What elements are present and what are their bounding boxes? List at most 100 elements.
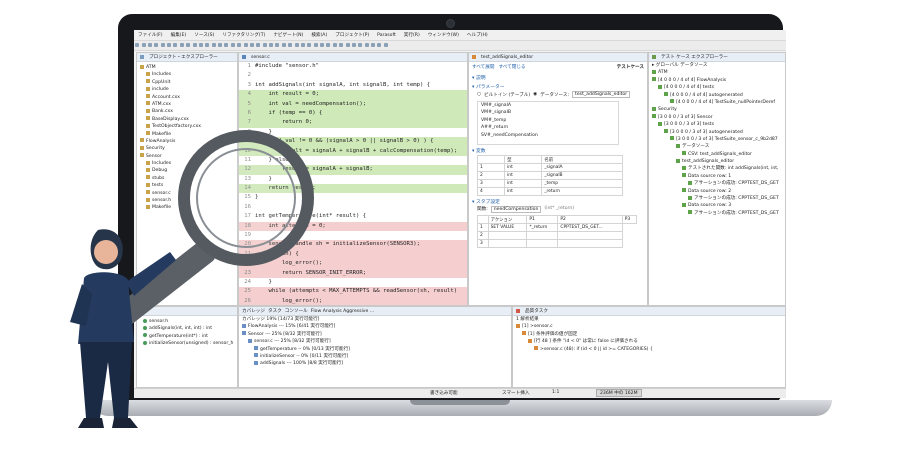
test-tree-item[interactable]: Data source row: 1 [649,173,785,180]
toolbar-button[interactable] [186,43,191,47]
radio-datasource[interactable]: ◉ [533,92,537,97]
coverage-tree-item[interactable]: addSignals --- 100% [8/8 実行可能行] [239,360,511,367]
section-stub[interactable]: ▾ スタブ設定 [472,198,647,205]
toolbar-button[interactable] [332,43,337,47]
toolbar-button[interactable] [326,43,331,47]
menu-item-5[interactable]: 検索(A) [307,32,331,38]
toolbar-button[interactable] [383,43,388,47]
test-tree-item[interactable]: [4 0 0 0 / 4 of 4] FlowAnalysis [649,77,785,84]
toolbar-button[interactable] [275,43,280,47]
toolbar-button[interactable] [339,43,344,47]
toolbar-button[interactable] [256,43,261,47]
toolbar-button[interactable] [211,43,216,47]
toolbar-button[interactable] [300,43,305,47]
toolbar-button[interactable] [377,43,382,47]
toolbar-button[interactable] [364,43,369,47]
datasource-select[interactable]: test_addSignals_editor [572,91,631,98]
project-tree-item[interactable]: TestObjectfactory.cxx [137,123,237,130]
toolbar-button[interactable] [141,43,146,47]
toolbar-button[interactable] [198,43,203,47]
menu-item-6[interactable]: プロジェクト(P) [331,32,373,38]
project-tree-item[interactable]: CppUnit [137,79,237,86]
toolbar-button[interactable] [358,43,363,47]
project-tree-item[interactable]: BaseDisplay.cxx [137,116,237,123]
test-tree-item[interactable]: ATM [649,69,785,76]
toolbar-button[interactable] [345,43,350,47]
test-tree-item[interactable]: test_addSignals_editor [649,158,785,165]
quality-tree-item[interactable]: [行 48 ] 条件 "id < 0" は常に false に評価される [513,338,785,345]
editor-tab-sensor-c[interactable]: sensor.c [251,55,270,60]
menu-item-10[interactable]: ヘルプ(H) [463,32,492,38]
global-datasource-node[interactable]: ▸ グローバル データソース [649,62,785,69]
test-tree-item[interactable]: [3 0 0 0 / 3 of 3] Sensor [649,114,785,121]
test-tree-item[interactable]: Security [649,106,785,113]
table-row[interactable]: 1 SET VALUE *_return CPPTEST_DS_GET... [477,223,637,232]
project-tree-item[interactable]: Account.cxx [137,94,237,101]
toolbar-button[interactable] [320,43,325,47]
toolbar-button[interactable] [243,43,248,47]
expand-all-link[interactable]: すべて展開 [472,64,494,70]
coverage-tree-item[interactable]: Sensor --- 25% [8/32 実行可能行] [239,331,511,338]
quality-tree-item[interactable]: >sensor.c (48): if (id < 0 || id >= CATE… [513,346,785,353]
section-variables[interactable]: ▾ 変数 [472,147,647,154]
table-row[interactable]: 3 [477,239,637,248]
coverage-tree-item[interactable]: initializeSensor -- 0% [0/11 実行可能行] [239,353,511,360]
coverage-tree-item[interactable]: FlowAnalysis --- 15% [6/41 実行可能行] [239,323,511,330]
toolbar-button[interactable] [147,43,152,47]
test-tree-item[interactable]: アサーションの成功: CPPTEST_DS_GET [649,180,785,187]
project-tree-item[interactable]: ATM [137,64,237,71]
toolbar-button[interactable] [230,43,235,47]
toolbar-button[interactable] [205,43,210,47]
project-tree-item[interactable]: ATM.cxx [137,101,237,108]
test-tree-item[interactable]: [3 0 0 0 / 3 of 3] autogenerated [649,129,785,136]
stub-func-select[interactable]: needCompensation [490,206,542,213]
coverage-tab-0[interactable]: カバレッジ [242,308,265,314]
test-tree-item[interactable]: CSV: test_addSignals_editor [649,151,785,158]
toolbar-button[interactable] [135,43,140,47]
table-row[interactable]: 4 int _return [476,187,623,196]
table-row[interactable]: 2 int _signalB [476,171,623,180]
param-item[interactable]: VM#_signalA [478,102,618,109]
table-row[interactable]: 1 int _signalA [476,163,623,172]
quality-tree-item[interactable]: [1] >sensor.c [513,323,785,330]
menu-item-0[interactable]: ファイル(F) [134,32,167,38]
test-tree-item[interactable]: Data source row: 2 [649,188,785,195]
param-item[interactable]: VM#_temp [478,117,618,124]
test-tree-item[interactable]: Data source row: 3 [649,202,785,209]
param-item[interactable]: A##_return [478,124,618,131]
radio-builtin[interactable]: ○ [477,92,481,97]
toolbar-button[interactable] [237,43,242,47]
toolbar-button[interactable] [154,43,159,47]
project-tree-item[interactable]: Bank.cxx [137,108,237,115]
test-tree-item[interactable]: アサーションの成功: CPPTEST_DS_GET [649,195,785,202]
toolbar-button[interactable] [288,43,293,47]
test-tree-item[interactable]: [4 0 0 0 / 4 of 4] autogenerated [649,92,785,99]
toolbar-button[interactable] [179,43,184,47]
param-item[interactable]: SV#_needCompensation [478,132,618,139]
param-item[interactable]: VM#_signalB [478,109,618,116]
section-description[interactable]: ▾ 説明 [472,74,647,81]
toolbar-button[interactable] [167,43,172,47]
toolbar-button[interactable] [192,43,197,47]
project-tree-item[interactable]: include [137,86,237,93]
table-row[interactable]: 3 int _temp [476,179,623,188]
toolbar-button[interactable] [294,43,299,47]
coverage-tree-item[interactable]: getTemperature -- 0% [0/13 実行可能行] [239,346,511,353]
test-tree-item[interactable]: [3 0 0 0 / 3 of 3] TestSuite_sensor_c_9b… [649,136,785,143]
menu-item-8[interactable]: 実行(R) [400,32,424,38]
tab-quality-tasks[interactable]: 品質タスク [525,308,548,314]
coverage-tree-item[interactable]: sensor.c --- 25% [8/32 実行可能行] [239,338,511,345]
test-tree-item[interactable]: [4 0 0 0 / 4 of 4] TestSuite_nullPointer… [649,99,785,106]
test-tree-item[interactable]: アサーションの成功: CPPTEST_DS_GET [649,210,785,217]
quality-tree-item[interactable]: [1] 条件評価の値が固定 [513,331,785,338]
toolbar-button[interactable] [313,43,318,47]
coverage-tab-2[interactable]: コンソール [285,308,308,314]
status-memory[interactable]: 236M 中の 162M [596,389,642,397]
menu-item-1[interactable]: 編集(E) [167,32,191,38]
project-tree-item[interactable]: Includes [137,71,237,78]
menu-item-4[interactable]: ナビゲート(N) [269,32,307,38]
toolbar-button[interactable] [249,43,254,47]
collapse-all-link[interactable]: すべて閉じる [498,64,525,70]
table-row[interactable]: 2 [477,231,637,240]
coverage-tab-3[interactable]: Flow Analysis Aggressive ... [311,309,374,314]
